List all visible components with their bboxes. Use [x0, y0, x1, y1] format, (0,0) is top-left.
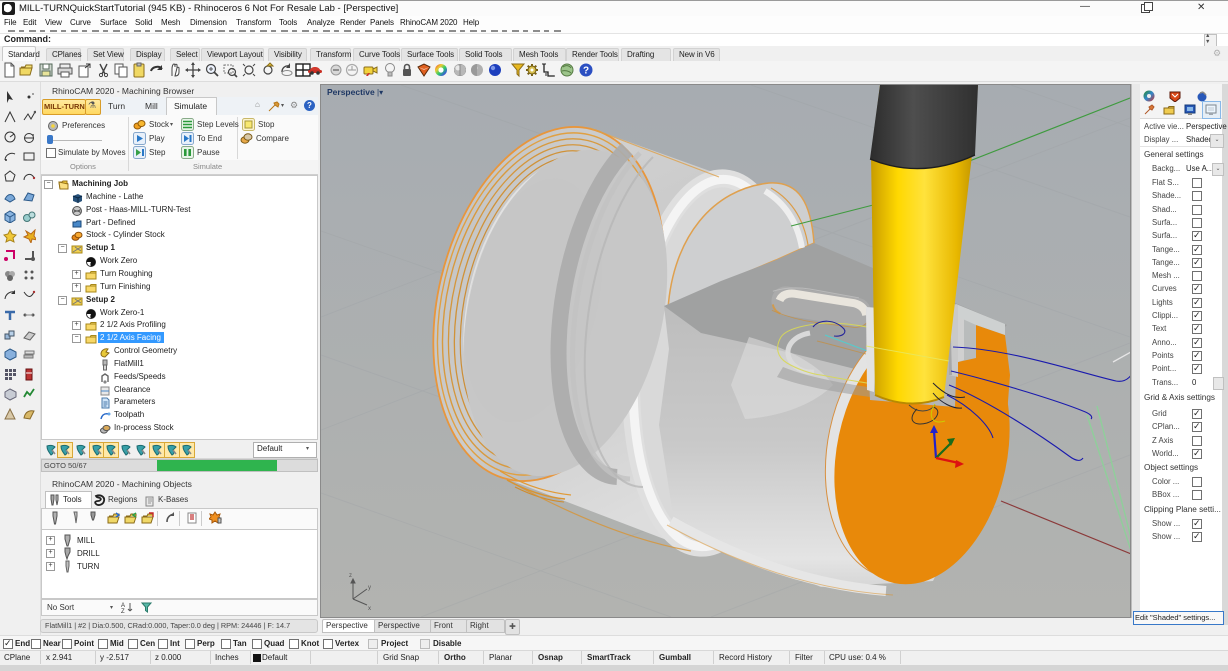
svg-text:?: ?	[583, 66, 589, 77]
svg-text:Z: Z	[121, 609, 125, 614]
svg-text:x: x	[368, 606, 371, 612]
svg-text:Perspective: Perspective	[327, 87, 375, 97]
svg-text:y: y	[368, 585, 371, 591]
svg-text:z: z	[349, 573, 352, 579]
svg-text:|▾: |▾	[377, 88, 383, 97]
